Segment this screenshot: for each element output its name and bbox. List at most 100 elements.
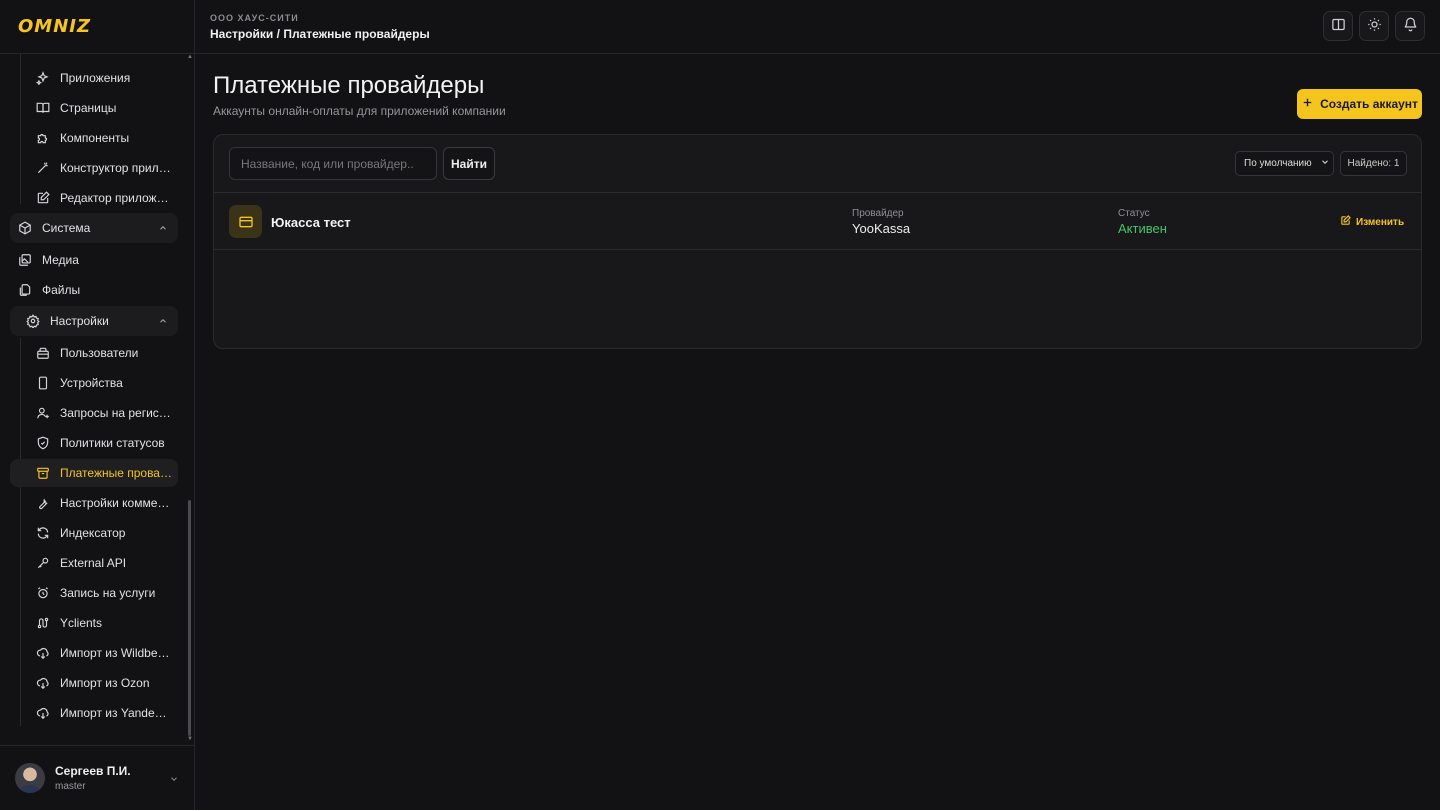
sidebar-item-label: Настройки коммерции — [60, 496, 172, 510]
sidebar-item-label: Импорт из Wildberries — [60, 646, 172, 660]
create-account-label: Создать аккаунт — [1320, 97, 1418, 111]
sidebar-item-external-api[interactable]: External API — [28, 549, 178, 577]
sidebar-item-label: Индексатор — [60, 526, 126, 540]
theme-toggle-button[interactable] — [1359, 11, 1389, 41]
sidebar-item-label: Страницы — [60, 101, 117, 115]
edit-label: Изменить — [1356, 216, 1405, 228]
sidebar-section-system[interactable]: Система — [10, 213, 178, 243]
sidebar-item-label: Запросы на регистрацию — [60, 406, 172, 420]
sidebar-item-import-ozon[interactable]: Импорт из Ozon — [28, 669, 178, 697]
sidebar-item-media[interactable]: Медиа — [10, 246, 178, 274]
avatar — [15, 763, 45, 793]
sidebar-item-registration-requests[interactable]: Запросы на регистрацию — [28, 399, 178, 427]
wand-icon — [36, 161, 50, 175]
scroll-down-arrow[interactable]: ▼ — [187, 736, 193, 742]
sidebar-item-label: Политики статусов — [60, 436, 165, 450]
sidebar-item-pages[interactable]: Страницы — [28, 94, 178, 122]
archive-icon — [36, 466, 50, 480]
book-icon — [36, 101, 50, 115]
find-button[interactable]: Найти — [443, 147, 495, 180]
notifications-button[interactable] — [1395, 11, 1425, 41]
sidebar-item-users[interactable]: Пользователи — [28, 339, 178, 367]
edit-button[interactable]: Изменить — [1340, 215, 1404, 229]
sidebar-item-components[interactable]: Компоненты — [28, 124, 178, 152]
sidebar-item-yclients[interactable]: Yclients — [28, 609, 178, 637]
chevron-down-icon — [1320, 157, 1330, 170]
topbar: ООО ХАУС-СИТИ Настройки / Платежные пров… — [195, 0, 1440, 54]
book-open-icon — [1331, 17, 1346, 35]
provider-value: YooKassa — [852, 221, 911, 236]
chevron-up-icon — [158, 315, 168, 329]
user-menu[interactable]: Сергеев П.И. master — [0, 745, 194, 810]
sidebar-item-import-yandex[interactable]: Импорт из Yandex Market — [28, 699, 178, 727]
sidebar-item-import-wildberries[interactable]: Импорт из Wildberries — [28, 639, 178, 667]
chevron-up-icon — [158, 222, 168, 236]
nav-tree-line — [20, 54, 21, 204]
sidebar-item-label: Приложения — [60, 71, 131, 85]
sidebar-item-status-policies[interactable]: Политики статусов — [28, 429, 178, 457]
sidebar-item-label: Устройства — [60, 376, 123, 390]
table-row[interactable]: Юкасса тест Провайдер YooKassa Статус Ак… — [214, 192, 1421, 250]
puzzle-icon — [36, 131, 50, 145]
sidebar-item-app-builder[interactable]: Конструктор приложений — [28, 154, 178, 182]
sidebar-item-devices[interactable]: Устройства — [28, 369, 178, 397]
sidebar-item-service-booking[interactable]: Запись на услуги — [28, 579, 178, 607]
images-icon — [18, 253, 32, 267]
sparkles-icon — [36, 71, 50, 85]
sun-icon — [1367, 17, 1382, 35]
cloud-download-icon — [36, 706, 50, 720]
sidebar-item-label: Запись на услуги — [60, 586, 156, 600]
chevron-down-icon — [169, 773, 179, 787]
cube-icon — [18, 221, 32, 235]
users-icon — [36, 346, 50, 360]
sidebar-section-label: Система — [42, 221, 91, 235]
plus-icon — [1301, 96, 1314, 112]
bell-icon — [1403, 17, 1418, 35]
found-count-badge: Найдено: 1 — [1340, 151, 1407, 176]
edit-icon — [36, 191, 50, 205]
files-icon — [18, 283, 32, 297]
search-input[interactable] — [229, 147, 437, 180]
credit-card-icon — [229, 205, 262, 238]
alarm-icon — [36, 586, 50, 600]
sidebar-item-label: Yclients — [60, 616, 103, 630]
sidebar-item-app-editor[interactable]: Редактор приложений — [28, 184, 178, 212]
sidebar-scrollbar[interactable] — [188, 500, 191, 736]
sidebar-section-settings[interactable]: Настройки — [10, 306, 178, 336]
create-account-button[interactable]: Создать аккаунт — [1297, 89, 1422, 119]
sidebar-item-files[interactable]: Файлы — [10, 276, 178, 304]
page-subtitle: Аккаунты онлайн-оплаты для приложений ко… — [213, 104, 506, 118]
sort-select[interactable]: По умолчанию — [1235, 151, 1334, 176]
edit-icon — [1340, 215, 1351, 229]
refresh-icon — [36, 526, 50, 540]
sidebar-item-label: Редактор приложений — [60, 191, 172, 205]
sidebar-item-label: Медиа — [42, 253, 79, 267]
toggle-panel-button[interactable] — [1323, 11, 1353, 41]
status-column-label: Статус — [1118, 208, 1150, 219]
page-title: Платежные провайдеры — [213, 72, 485, 99]
sidebar-item-label: Файлы — [42, 283, 81, 297]
sidebar-section-label: Настройки — [50, 314, 109, 328]
status-badge: Активен — [1118, 221, 1167, 236]
sidebar-item-label: Пользователи — [60, 346, 139, 360]
sidebar-nav: ▲ Приложения Страницы Компоненты Констру… — [0, 54, 194, 744]
shield-icon — [36, 436, 50, 450]
route-icon — [36, 616, 50, 630]
breadcrumb: Настройки / Платежные провайдеры — [210, 27, 430, 41]
sidebar-item-apps[interactable]: Приложения — [28, 64, 178, 92]
providers-card: Найти По умолчанию Найдено: 1 Юкасса тес… — [213, 134, 1422, 349]
sidebar-item-indexer[interactable]: Индексатор — [28, 519, 178, 547]
sidebar-item-label: Компоненты — [60, 131, 130, 145]
sidebar-item-label: Платежные провайдеры — [60, 466, 172, 480]
wrench-icon — [36, 496, 50, 510]
logo[interactable]: OMNIZ — [0, 0, 194, 54]
sidebar-item-payment-providers[interactable]: Платежные провайдеры — [10, 459, 178, 487]
user-plus-icon — [36, 406, 50, 420]
sidebar-item-commerce-settings[interactable]: Настройки коммерции — [28, 489, 178, 517]
gear-icon — [26, 314, 40, 328]
sidebar-item-label: External API — [60, 556, 127, 570]
sort-value: По умолчанию — [1244, 158, 1312, 169]
sidebar: OMNIZ ▲ Приложения Страницы Компоненты К… — [0, 0, 195, 810]
scroll-up-arrow[interactable]: ▲ — [187, 54, 193, 60]
provider-column-label: Провайдер — [852, 208, 904, 219]
